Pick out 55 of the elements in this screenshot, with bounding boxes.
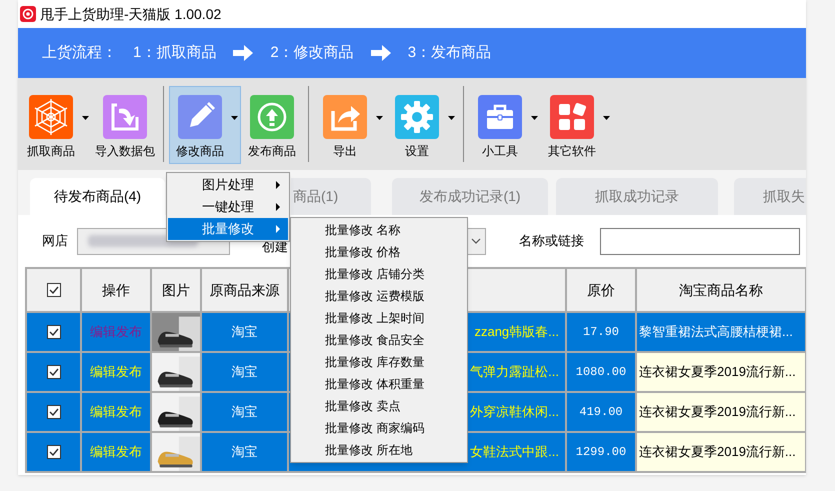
menu-item[interactable]: 批量修改 价格: [291, 241, 467, 263]
table-cell-text: 连衣裙女夏季2019流行新...: [638, 403, 796, 422]
table-cell-text: 黎智重裙法式高腰桔梗裙...: [638, 323, 793, 342]
toolbar-button[interactable]: 发布商品: [241, 86, 303, 164]
menu-item[interactable]: 批量修改 店铺分类: [291, 263, 467, 285]
toolbar-button[interactable]: 导入数据包: [92, 86, 158, 164]
name-label: 名称或链接: [519, 232, 585, 250]
menu-item[interactable]: 批量修改 食品安全: [291, 329, 467, 351]
table-cell-text: 淘宝: [232, 363, 258, 382]
menu-item[interactable]: 批量修改 商家编码: [291, 417, 467, 439]
menu-item[interactable]: 批量修改 体积重量: [291, 373, 467, 395]
tab[interactable]: 商品(1): [291, 178, 371, 215]
table-cell-text: 女鞋法式中跟...: [470, 443, 559, 462]
menu-item[interactable]: 批量修改 名称: [291, 219, 467, 241]
table-cell-text: 17.90: [582, 324, 619, 341]
menu-item[interactable]: 批量修改 库存数量: [291, 351, 467, 373]
toolbar-button[interactable]: 其它软件: [541, 86, 613, 164]
table-cell-text: zzang韩版春...: [474, 323, 559, 342]
column-header: 原价: [587, 280, 615, 300]
flow-label: 上货流程：: [42, 42, 117, 63]
table-cell-text: 1299.00: [576, 444, 626, 461]
tab[interactable]: 发布成功记录(1): [392, 178, 548, 215]
menu-item[interactable]: 批量修改 卖点: [291, 395, 467, 417]
flow-step: 2：修改商品: [270, 42, 354, 64]
tab[interactable]: 抓取失: [734, 178, 806, 215]
menu-item[interactable]: 批量修改 运费模版: [291, 285, 467, 307]
toolbar-button[interactable]: 抓取商品: [20, 86, 92, 164]
table-cell-text: 淘宝: [232, 403, 258, 422]
flow-step: 3：发布商品: [408, 42, 492, 64]
column-header: 图片: [162, 280, 190, 300]
table-cell-text: 气弹力露趾松...: [470, 363, 559, 382]
column-header: 操作: [102, 280, 130, 300]
shop-label: 网店: [42, 232, 69, 250]
flow-step: 1：抓取商品: [133, 42, 216, 64]
table-cell-text: 419.00: [579, 404, 623, 421]
toolbar-button[interactable]: 小工具: [469, 86, 541, 164]
toolbar-button[interactable]: 设置: [386, 86, 458, 164]
table-cell-text: 连衣裙女夏季2019流行新...: [638, 443, 796, 462]
table-cell-text: 1080.00: [576, 364, 626, 381]
table-cell-text: 淘宝: [232, 323, 258, 342]
window-title: 甩手上货助理-天猫版 1.00.02: [40, 4, 222, 24]
menu-item[interactable]: 批量修改: [168, 218, 288, 240]
menu-item[interactable]: 一键处理: [168, 196, 288, 218]
tab[interactable]: 抓取成功记录: [556, 178, 718, 215]
table-cell-text: 淘宝: [232, 443, 258, 462]
toolbar-button[interactable]: 导出: [314, 86, 386, 164]
menu-item[interactable]: 批量修改 上架时间: [291, 307, 467, 329]
table-cell-text: 连衣裙女夏季2019流行新...: [638, 363, 796, 382]
column-header: 淘宝商品名称: [679, 280, 763, 300]
column-header: 原商品来源: [210, 280, 280, 300]
tab[interactable]: 待发布商品(4): [30, 178, 165, 215]
menu-item[interactable]: 批量修改 所在地: [291, 439, 467, 461]
menu-item[interactable]: 图片处理: [168, 174, 288, 196]
table-cell-text: 外穿凉鞋休闲...: [470, 403, 559, 422]
toolbar-button[interactable]: 修改商品: [169, 86, 241, 164]
